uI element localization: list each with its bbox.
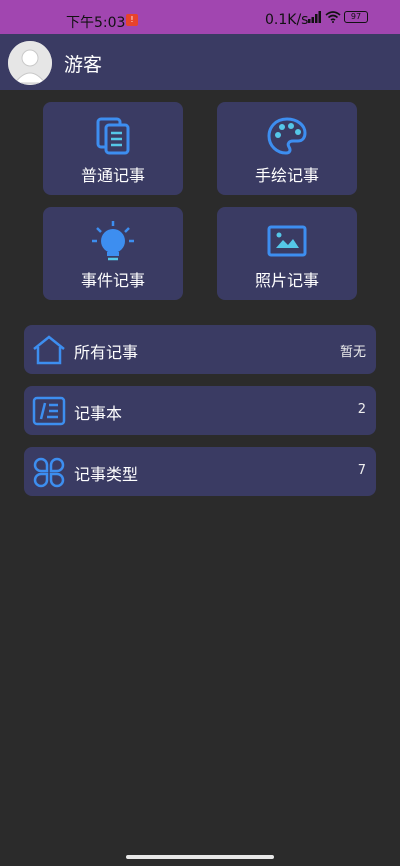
row-count: 2 — [357, 402, 366, 417]
row-notebooks[interactable]: 记事本 2 — [24, 386, 376, 435]
wifi-icon — [325, 11, 341, 23]
row-label: 记事类型 — [74, 465, 139, 484]
categories-icon — [32, 456, 66, 492]
row-count: 暂无 — [339, 345, 366, 360]
row-note-types[interactable]: 记事类型 7 — [24, 447, 376, 496]
user-avatar-icon — [8, 41, 52, 85]
tile-label: 普通记事 — [80, 166, 145, 185]
row-all-notes[interactable]: 所有记事 暂无 — [24, 325, 376, 374]
palette-icon — [266, 116, 308, 160]
row-count: 7 — [357, 463, 366, 478]
notebook-icon — [32, 395, 66, 431]
tile-event-note[interactable]: 事件记事 — [43, 207, 183, 300]
tile-normal-note[interactable]: 普通记事 — [43, 102, 183, 195]
tile-label: 事件记事 — [80, 271, 145, 290]
avatar[interactable] — [8, 41, 52, 85]
tile-label: 手绘记事 — [254, 166, 319, 185]
lightbulb-icon — [91, 221, 135, 267]
notification-badge: ! — [126, 14, 138, 26]
row-label: 记事本 — [74, 404, 123, 423]
document-notes-icon — [93, 116, 133, 160]
row-label: 所有记事 — [74, 343, 139, 362]
status-time: 下午5:03 — [66, 15, 126, 31]
tile-photo-note[interactable]: 照片记事 — [217, 207, 357, 300]
image-icon — [266, 221, 308, 265]
network-speed: 0.1K/s — [265, 12, 309, 28]
home-icon — [32, 334, 66, 370]
username[interactable]: 游客 — [64, 50, 102, 77]
tile-label: 照片记事 — [254, 271, 319, 290]
status-bar: 下午5:03 ! 0.1K/s 97 — [0, 0, 400, 34]
signal-icon — [308, 11, 321, 23]
battery-icon: 97 — [344, 11, 368, 23]
user-header[interactable]: 游客 — [0, 34, 400, 90]
status-icons: 97 — [308, 11, 368, 23]
home-indicator[interactable] — [126, 855, 274, 859]
tile-drawing-note[interactable]: 手绘记事 — [217, 102, 357, 195]
